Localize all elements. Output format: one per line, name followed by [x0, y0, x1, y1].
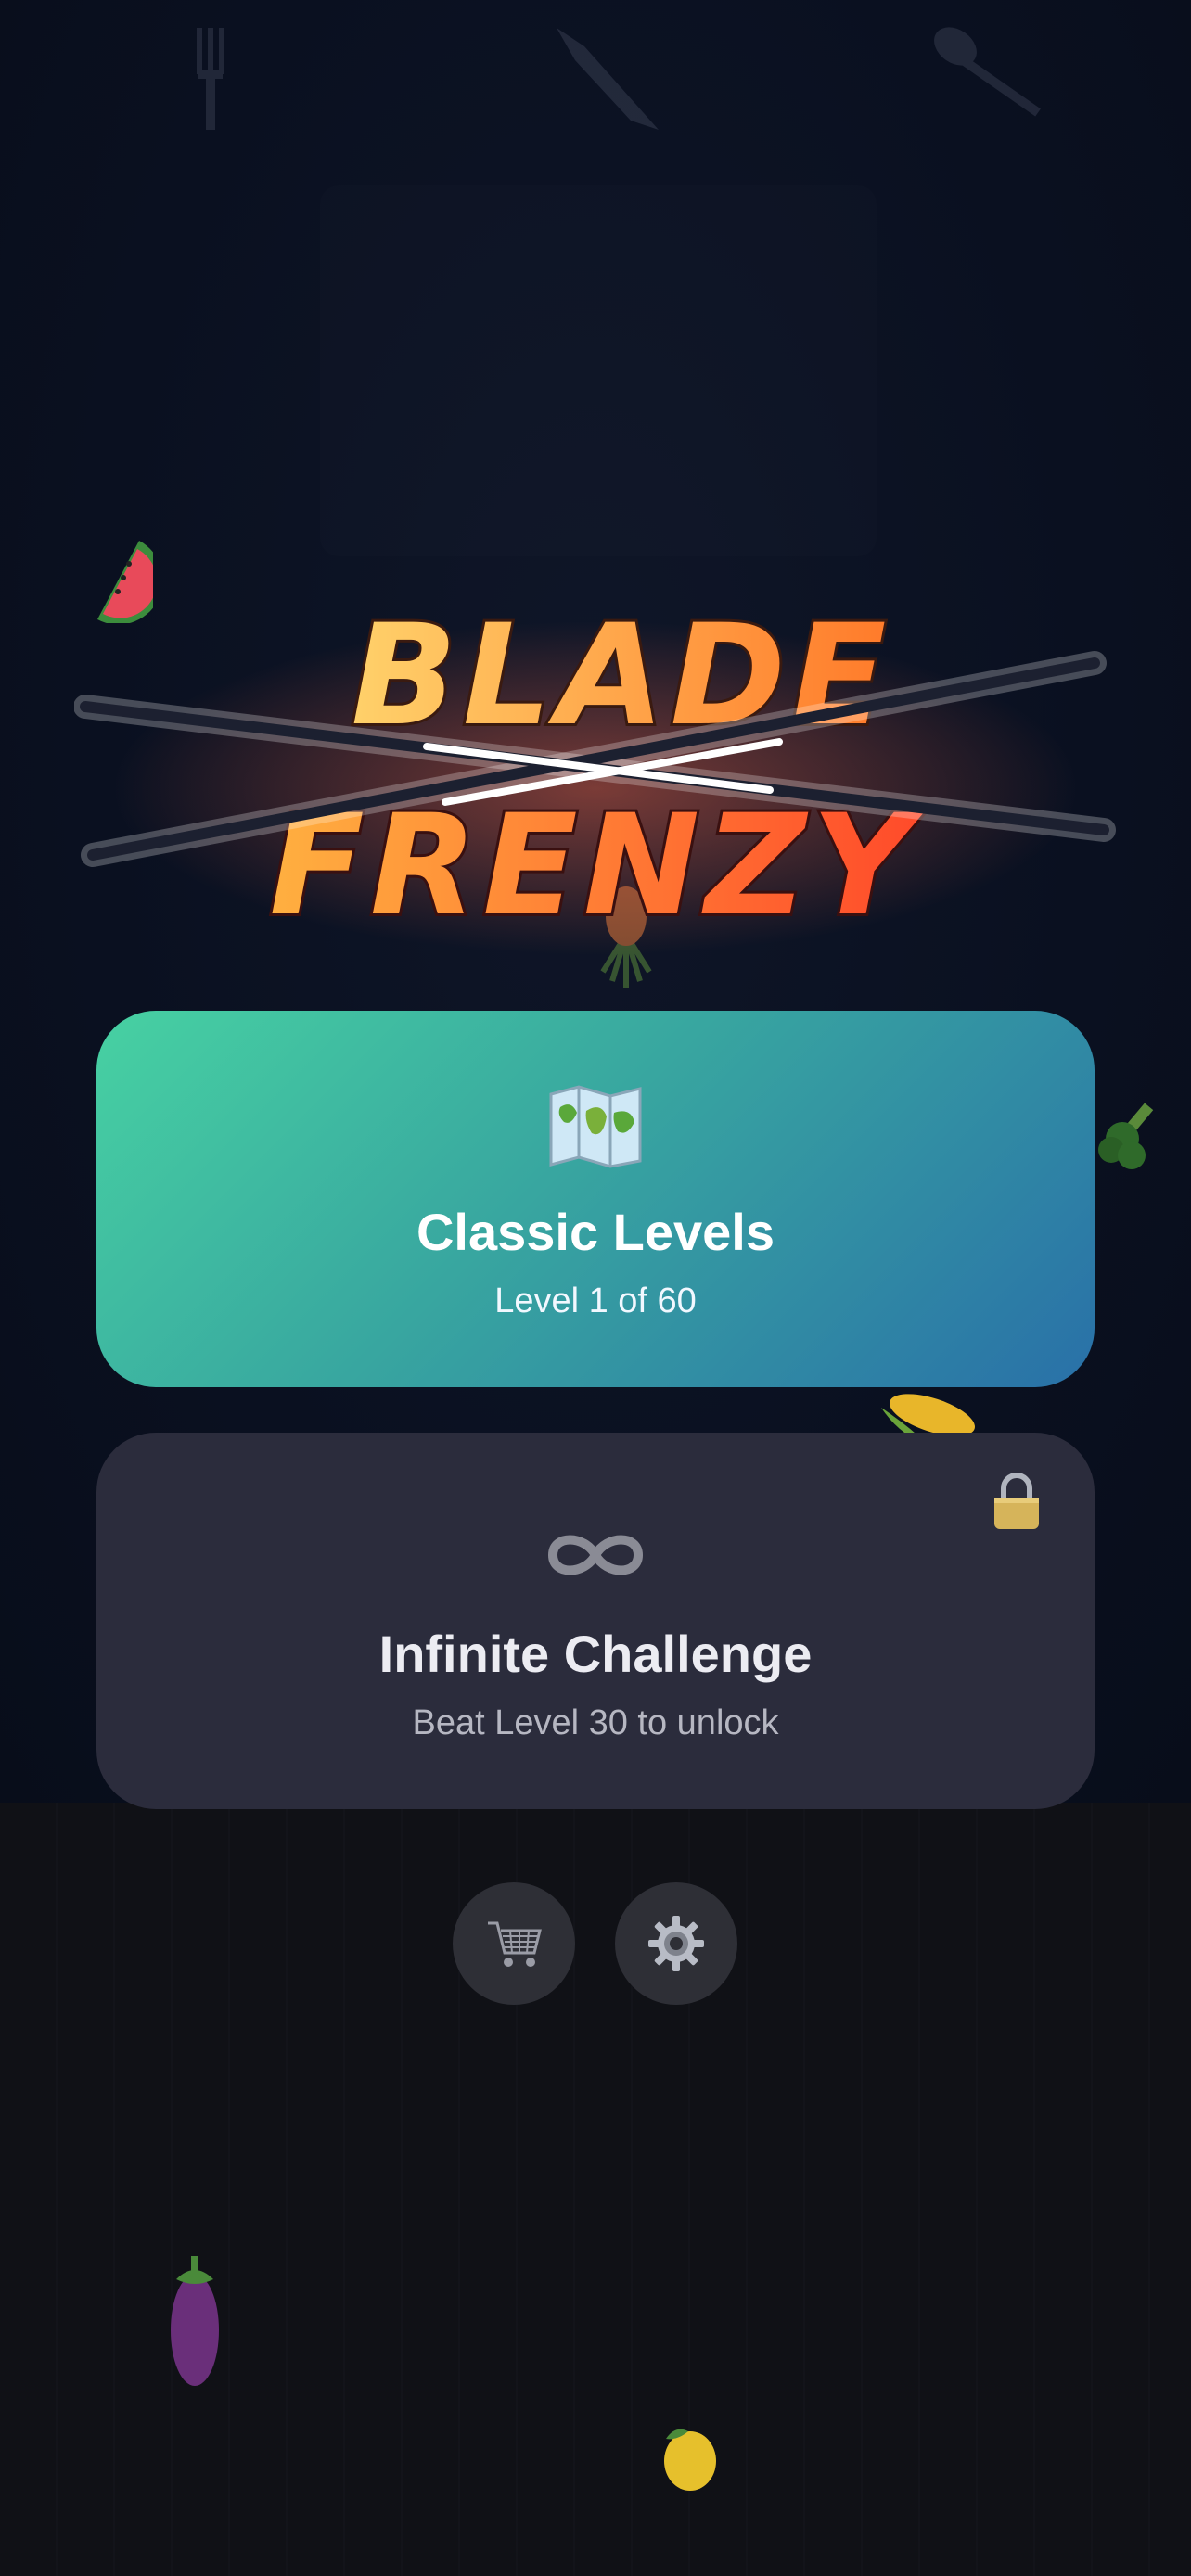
game-logo: BLADE FRENZY	[73, 575, 1117, 964]
lemon-icon	[664, 2429, 716, 2491]
title-line-1: BLADE	[352, 595, 892, 757]
eggplant-icon	[171, 2256, 219, 2386]
settings-button[interactable]	[615, 1882, 737, 2005]
classic-levels-button[interactable]: Classic Levels Level 1 of 60	[96, 1011, 1095, 1387]
gear-icon	[648, 1916, 704, 1971]
cutting-board-shadow	[320, 185, 877, 556]
infinite-challenge-title: Infinite Challenge	[378, 1625, 813, 1683]
infinite-challenge-unlock-hint: Beat Level 30 to unlock	[412, 1703, 779, 1742]
infinity-icon	[547, 1535, 644, 1575]
spoon-icon	[934, 27, 1041, 117]
fork-icon	[197, 28, 224, 130]
infinite-challenge-button[interactable]: Infinite Challenge Beat Level 30 to unlo…	[96, 1433, 1095, 1809]
classic-levels-title: Classic Levels	[416, 1203, 775, 1261]
logo-art: BLADE FRENZY	[73, 593, 1116, 955]
knife-icon	[557, 28, 659, 130]
world-map-icon	[549, 1085, 642, 1168]
shop-button[interactable]	[453, 1882, 575, 2005]
main-menu-screen: BLADE FRENZY Classic Levels Level 1 of 6…	[0, 0, 1191, 2576]
shopping-cart-icon	[488, 1921, 542, 1967]
broccoli-icon	[1098, 1103, 1154, 1169]
wooden-floor-backdrop	[0, 1803, 1191, 2576]
classic-levels-progress: Level 1 of 60	[494, 1282, 697, 1320]
